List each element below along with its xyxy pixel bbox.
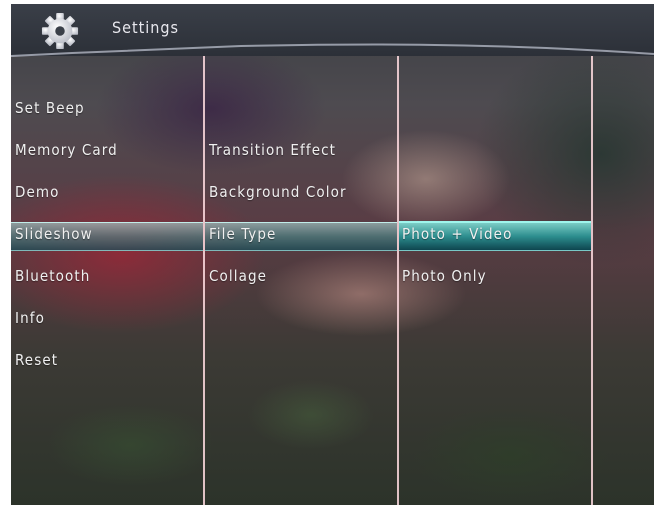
settings-screen: Settings Set Beep Memory Card Demo Slide… [11,4,654,505]
gear-icon [41,12,79,50]
option-photo-video[interactable]: Photo + Video [402,222,512,246]
menu-item-bluetooth[interactable]: Bluetooth [15,264,90,288]
menu-item-demo[interactable]: Demo [15,180,60,204]
menu-item-memory-card[interactable]: Memory Card [15,138,118,162]
menu-item-set-beep[interactable]: Set Beep [15,96,85,120]
submenu-item-transition-effect[interactable]: Transition Effect [209,138,336,162]
option-photo-only[interactable]: Photo Only [402,264,487,288]
column-divider [203,56,205,505]
menu-item-slideshow[interactable]: Slideshow [15,222,93,246]
submenu-item-collage[interactable]: Collage [209,264,267,288]
column-divider [591,56,593,505]
submenu-item-background-color[interactable]: Background Color [209,180,347,204]
submenu-item-file-type[interactable]: File Type [209,222,276,246]
menu-item-info[interactable]: Info [15,306,45,330]
column-divider [397,56,399,505]
title-bar-curve [11,43,654,57]
page-title: Settings [112,18,180,37]
menu-item-reset[interactable]: Reset [15,348,58,372]
